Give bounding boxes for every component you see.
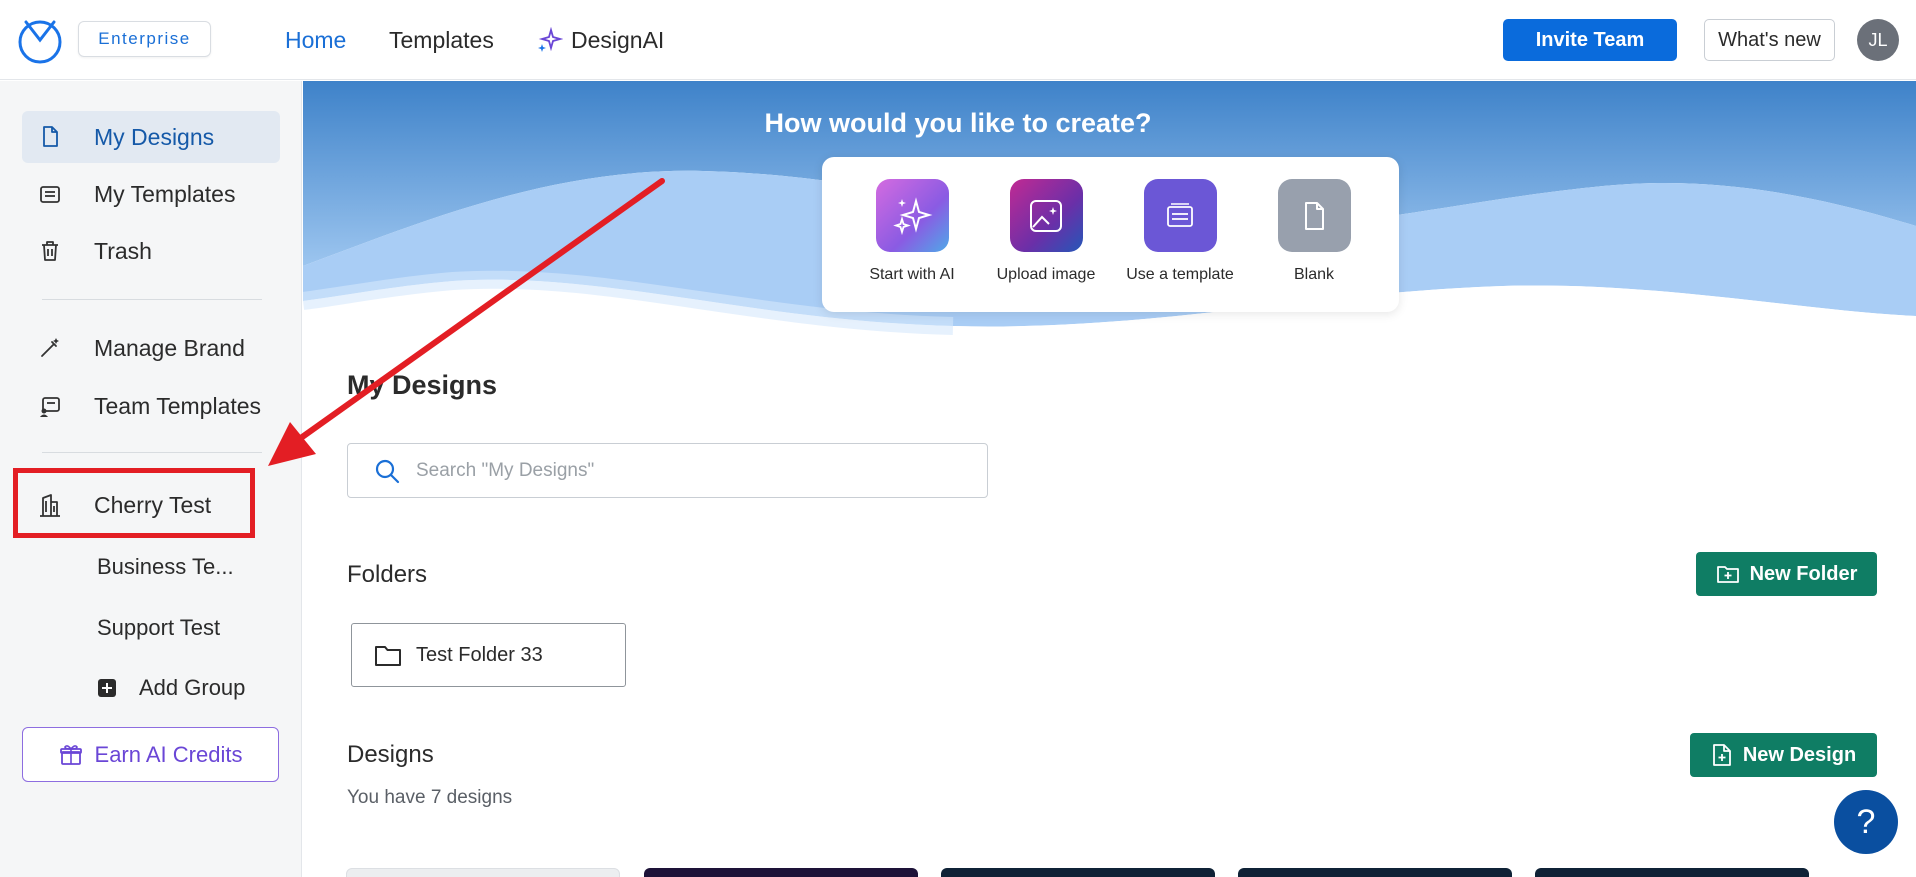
add-group-label: Add Group xyxy=(139,675,246,700)
plus-square-icon xyxy=(98,679,116,697)
folder-icon xyxy=(375,646,401,666)
create-option-label: Blank xyxy=(1293,266,1335,283)
add-group-button[interactable]: Add Group xyxy=(97,668,245,708)
sidebar-divider xyxy=(42,452,262,453)
nav-home[interactable]: Home xyxy=(285,24,346,56)
annotation-highlight-box xyxy=(13,468,255,538)
new-design-button[interactable]: New Design xyxy=(1690,733,1877,777)
design-thumbnail[interactable] xyxy=(346,868,620,877)
create-option-use-template[interactable]: Use a template xyxy=(1115,179,1245,284)
create-option-label: Use a template xyxy=(1126,266,1234,283)
designs-heading: Designs xyxy=(347,741,434,768)
folders-heading: Folders xyxy=(347,561,428,588)
search-bar[interactable] xyxy=(347,443,988,498)
sidebar-item-label: My Templates xyxy=(94,180,236,207)
magic-wand-icon xyxy=(36,334,64,362)
earn-ai-credits-button[interactable]: Earn AI Credits xyxy=(22,727,279,782)
template-icon xyxy=(36,180,64,208)
nav-templates[interactable]: Templates xyxy=(389,24,494,56)
sidebar-divider xyxy=(42,299,262,300)
trash-icon xyxy=(36,237,64,265)
create-options-card: Start with AI Upload image Use a templat… xyxy=(822,157,1399,312)
new-folder-label: New Folder xyxy=(1749,562,1858,585)
blank-page-icon xyxy=(1277,179,1351,252)
new-folder-button[interactable]: New Folder xyxy=(1696,552,1877,596)
sidebar-item-trash[interactable]: Trash xyxy=(22,225,280,277)
invite-team-button[interactable]: Invite Team xyxy=(1503,19,1677,61)
sidebar-item-team-templates[interactable]: Team Templates xyxy=(22,380,280,432)
template-icon xyxy=(1143,179,1217,252)
create-option-label: Start with AI xyxy=(869,266,955,283)
new-design-label: New Design xyxy=(1742,743,1857,766)
sparkle-icon xyxy=(538,27,563,52)
create-option-label: Upload image xyxy=(996,266,1096,283)
folder-name: Test Folder 33 xyxy=(416,643,543,666)
team-template-icon xyxy=(36,392,64,420)
document-plus-icon xyxy=(1712,744,1731,766)
folder-plus-icon xyxy=(1716,566,1739,583)
design-thumbnail[interactable] xyxy=(941,868,1215,877)
enterprise-badge: Enterprise xyxy=(78,21,211,57)
sidebar-group-support[interactable]: Support Test xyxy=(97,608,220,648)
design-thumbnail[interactable] xyxy=(1238,868,1512,877)
nav-designai-label: DesignAI xyxy=(571,27,665,53)
image-upload-icon xyxy=(1009,179,1083,252)
top-header: Enterprise Home Templates DesignAI Invit… xyxy=(0,0,1916,80)
search-input[interactable] xyxy=(416,459,976,482)
app-logo-icon[interactable] xyxy=(16,16,64,64)
sidebar-group-business[interactable]: Business Te... xyxy=(97,547,234,587)
sidebar-item-label: Team Templates xyxy=(94,392,262,419)
create-option-upload-image[interactable]: Upload image xyxy=(981,179,1111,284)
create-option-start-with-ai[interactable]: Start with AI xyxy=(847,179,977,284)
user-avatar[interactable]: JL xyxy=(1857,19,1899,61)
design-thumbnail[interactable] xyxy=(1535,868,1809,877)
whats-new-button[interactable]: What's new xyxy=(1704,19,1835,61)
folder-item[interactable]: Test Folder 33 xyxy=(351,623,626,687)
sidebar-item-label: Trash xyxy=(94,237,152,264)
help-button[interactable]: ? xyxy=(1834,790,1898,854)
gift-icon xyxy=(59,744,82,765)
sparkle-icon xyxy=(875,179,949,252)
page-title: My Designs xyxy=(347,370,498,400)
design-thumbnail[interactable] xyxy=(644,868,918,877)
earn-ai-credits-label: Earn AI Credits xyxy=(94,741,243,767)
designs-count: You have 7 designs xyxy=(347,787,513,808)
hero-title: How would you like to create? xyxy=(764,108,1152,138)
sidebar-item-my-templates[interactable]: My Templates xyxy=(22,168,280,220)
create-option-blank[interactable]: Blank xyxy=(1249,179,1379,284)
search-icon xyxy=(375,459,400,483)
sidebar-item-manage-brand[interactable]: Manage Brand xyxy=(22,322,280,374)
nav-designai[interactable]: DesignAI xyxy=(537,24,664,56)
sidebar-item-label: Manage Brand xyxy=(94,334,245,361)
